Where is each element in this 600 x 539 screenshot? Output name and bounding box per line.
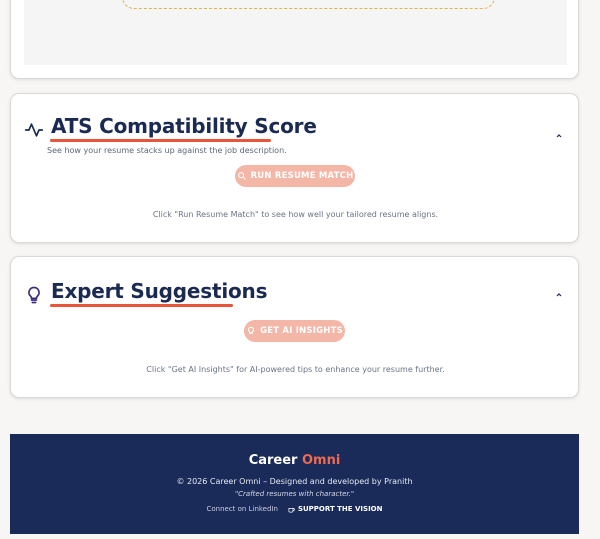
linkedin-link[interactable]: Connect on LinkedIn <box>206 505 277 513</box>
ats-title-underline <box>50 139 271 142</box>
ats-subtitle: See how your resume stacks up against th… <box>47 146 287 155</box>
expert-title-underline <box>50 304 233 307</box>
ats-section-card: ATS Compatibility Score See how your res… <box>10 93 579 243</box>
previous-section-content <box>24 0 567 65</box>
support-label: SUPPORT THE VISION <box>297 505 383 513</box>
site-footer: Career Omni © 2026 Career Omni – Designe… <box>10 434 579 534</box>
run-resume-match-button[interactable]: RUN RESUME MATCH <box>235 165 355 187</box>
lightbulb-icon <box>28 286 40 304</box>
get-ai-insights-button[interactable]: GET AI INSIGHTS <box>244 320 345 342</box>
footer-links: Connect on LinkedIn SUPPORT THE VISION <box>10 505 579 513</box>
expert-title: Expert Suggestions <box>51 279 268 303</box>
activity-icon <box>24 123 44 137</box>
ats-title: ATS Compatibility Score <box>51 114 317 138</box>
brand-accent: Omni <box>301 453 341 468</box>
ats-hint: Click "Run Resume Match" to see how well… <box>152 210 439 219</box>
upload-dropzone[interactable] <box>122 0 495 9</box>
lightbulb-icon <box>248 326 255 335</box>
footer-brand: Career Omni <box>10 453 579 468</box>
get-ai-insights-label: GET AI INSIGHTS <box>260 326 343 336</box>
chevron-up-icon[interactable] <box>554 131 564 141</box>
expert-hint: Click "Get AI Insights" for AI-powered t… <box>146 365 445 374</box>
footer-copyright: © 2026 Career Omni – Designed and develo… <box>176 477 413 486</box>
chevron-up-icon[interactable] <box>554 290 564 300</box>
run-resume-match-label: RUN RESUME MATCH <box>250 171 354 181</box>
coffee-icon <box>288 507 295 512</box>
support-link[interactable]: SUPPORT THE VISION <box>288 505 383 513</box>
brand-main: Career <box>248 453 302 468</box>
footer-tagline: "Crafted resumes with character." <box>234 490 355 498</box>
previous-section-card <box>10 0 579 79</box>
expert-section-card: Expert Suggestions GET AI INSIGHTS Click… <box>10 256 579 398</box>
search-icon <box>237 172 246 180</box>
